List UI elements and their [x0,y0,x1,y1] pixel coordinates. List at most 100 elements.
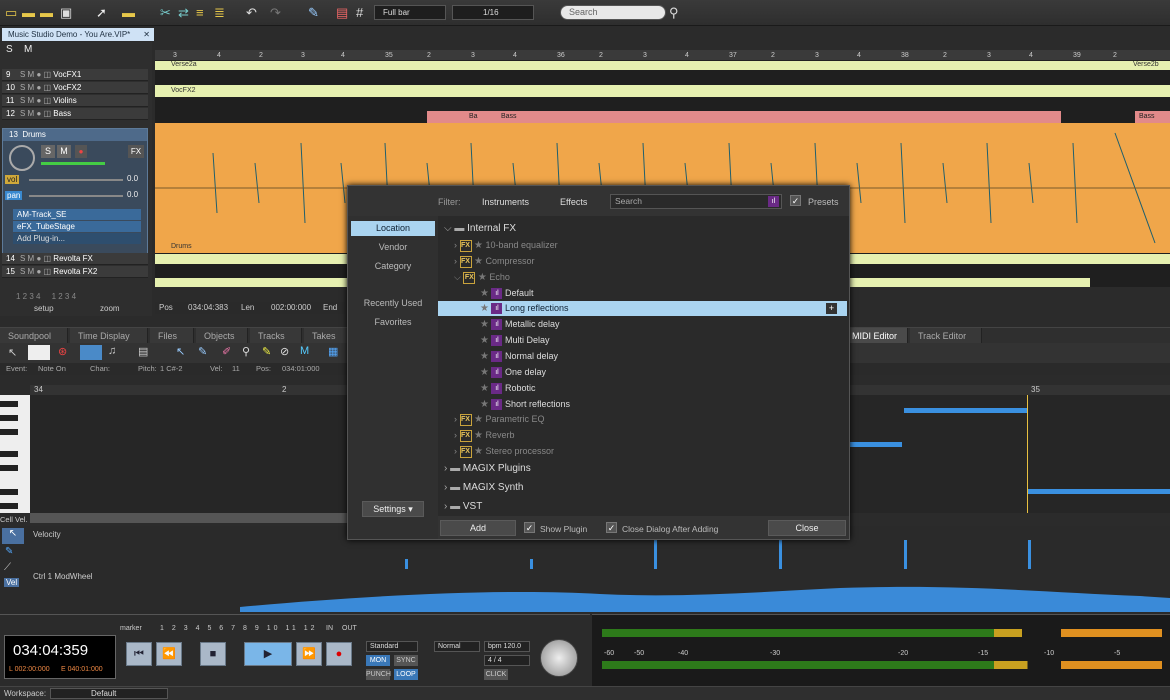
nav-recently-used[interactable]: Recently Used [351,296,435,311]
preset-item[interactable]: ★ ıl Short reflections [438,397,847,412]
track-row[interactable]: 14 S M ● ◫ Revolta FX [2,253,148,265]
transport-mode-select[interactable]: Standard [366,641,418,652]
redo-icon[interactable]: ↷ [270,4,281,21]
time-signature-field[interactable]: 4 / 4 [484,655,530,666]
effects-filter-button[interactable]: Effects [560,197,587,207]
nav-favorites[interactable]: Favorites [351,315,435,330]
marker-button[interactable]: 3 [184,625,191,632]
drum-editor-icon[interactable]: ⊛ [58,345,67,358]
open-icon[interactable]: ▬ [22,4,35,21]
tree-item[interactable]: › FX ★ Compressor [438,254,847,269]
play-button[interactable]: ▶ [244,642,292,666]
midi-note[interactable] [848,442,902,447]
jog-wheel[interactable] [540,639,578,677]
tab-soundpool[interactable]: Soundpool [0,328,68,344]
mute-tool-icon[interactable]: M [300,345,309,357]
tree-folder[interactable]: › ▬ MAGIX Plugins [438,461,847,476]
tab-files[interactable]: Files [150,328,194,344]
preset-item[interactable]: ★ ıl Default [438,286,847,301]
zoom-mode-select[interactable]: Full bar [374,5,446,20]
track-row[interactable]: 11 S M ● ◫ Violins [2,95,148,107]
timeline-ruler[interactable]: 3 4 2 3 4 35 2 3 4 36 2 3 4 37 2 3 4 38 2 3 4 39 2 [155,50,1170,61]
show-plugin-checkbox[interactable]: ✓ [524,522,535,533]
volume-slider[interactable] [29,179,123,181]
marker-button[interactable]: 6 [219,625,226,632]
nav-category[interactable]: Category [351,259,435,274]
sync-button[interactable]: SYNC [394,655,418,666]
cut-icon[interactable]: ✂ [160,4,171,21]
pitch-value[interactable]: 1 C#-2 [160,363,183,375]
vocfx2-object[interactable]: VocFX2 [155,85,1170,97]
mute-button[interactable]: M [57,145,71,158]
list-icon[interactable]: ≣ [214,4,225,21]
velocity-tool-icon[interactable]: ⊘ [280,345,289,358]
tree-folder[interactable]: › ▬ VST [438,499,847,514]
rewind-start-button[interactable]: ⏮ [126,642,152,666]
workspace-select[interactable]: Default [50,688,168,699]
tree-item[interactable]: › FX ★ Parametric EQ [438,412,847,427]
bass-object[interactable]: Ba Bass [427,111,1061,123]
marker-button[interactable]: 2 [172,625,179,632]
bpm-field[interactable]: bpm 120.0 [484,641,530,652]
tab-time-display[interactable]: Time Display [70,328,148,344]
marker-button[interactable]: 11 [285,625,298,632]
in-button[interactable]: IN [326,625,333,632]
close-button[interactable]: Close [768,520,846,536]
fx-button[interactable]: FX [128,145,144,158]
marker-button[interactable]: 5 [207,625,214,632]
line-icon[interactable]: ⟋ [4,562,11,573]
marker-button[interactable]: 7 [231,625,238,632]
rewind-button[interactable]: ⏪ [156,642,182,666]
nav-vendor[interactable]: Vendor [351,240,435,255]
record-arm-button[interactable]: ● [75,145,87,158]
midi-scrollbar[interactable] [30,513,348,523]
velocity-bar[interactable] [405,559,408,569]
tab-objects[interactable]: Objects [196,328,248,344]
tab-tracks[interactable]: Tracks [250,328,302,344]
marker-button[interactable]: 10 [267,625,281,632]
tab-track-editor[interactable]: Track Editor [910,328,982,344]
verse-object[interactable]: Verse2a Verse2b [155,61,1170,70]
mix-icon[interactable]: ≡ [196,4,204,21]
piano-keyboard[interactable] [0,395,30,513]
add-button[interactable]: Add [440,520,516,536]
preset-item-selected[interactable]: ★ ıl Long reflections + [438,301,847,316]
time-display[interactable]: 034:04:359 L 002:00:000 E 040:01:000 [4,635,116,679]
save-icon[interactable]: ▣ [60,4,72,21]
plugin-search-input[interactable]: Search [610,194,782,209]
close-icon[interactable]: ✕ [143,28,150,41]
track-row[interactable]: 10 S M ● ◫ VocFX2 [2,82,148,94]
midi-note[interactable] [904,408,1028,413]
record-button[interactable]: ● [326,642,352,666]
mon-button[interactable]: MON [366,655,390,666]
page-icon[interactable]: ▤ [138,345,148,358]
close-after-adding-checkbox[interactable]: ✓ [606,522,617,533]
presets-checkbox[interactable]: ✓ [790,195,801,206]
line-tool-icon[interactable]: ✎ [262,345,271,358]
velocity-bar[interactable] [530,559,533,569]
marker-button[interactable]: 1 [160,625,167,632]
bass-object[interactable]: Bass [1135,111,1170,123]
score-icon[interactable]: ♫ [108,345,116,357]
instruments-filter-button[interactable]: Instruments [482,197,529,207]
playback-mode-select[interactable]: Normal [434,641,480,652]
undo-icon[interactable]: ↶ [246,4,257,21]
preset-item[interactable]: ★ ıl Metallic delay [438,317,847,332]
midi-note[interactable] [1028,489,1170,494]
tree-folder-internal-fx[interactable]: ⌵ ▬ Internal FX [438,221,847,236]
velocity-bar[interactable] [779,540,782,569]
pan-slider[interactable] [29,195,123,197]
tree-folder[interactable]: › ▬ MAGIX Synth [438,480,847,495]
modwheel-curve[interactable] [240,574,1170,612]
tree-item[interactable]: ⌵ FX ★ Echo [438,270,847,285]
preset-item[interactable]: ★ ıl Normal delay [438,349,847,364]
drums-track-panel[interactable]: 13 Drums S M ● FX vol 0.0 pan 0.0 AM-Tra… [2,128,148,254]
add-icon[interactable]: + [826,303,837,314]
stop-button[interactable]: ■ [200,642,226,666]
select-tool-icon[interactable]: ↖ [176,345,185,358]
tab-midi-editor[interactable]: MIDI Editor [844,328,908,344]
grid-view-icon[interactable]: ▤ [336,4,348,21]
solo-all-button[interactable]: S [6,44,13,55]
folder-icon[interactable]: ▬ [40,4,53,21]
nav-location[interactable]: Location [351,221,435,236]
